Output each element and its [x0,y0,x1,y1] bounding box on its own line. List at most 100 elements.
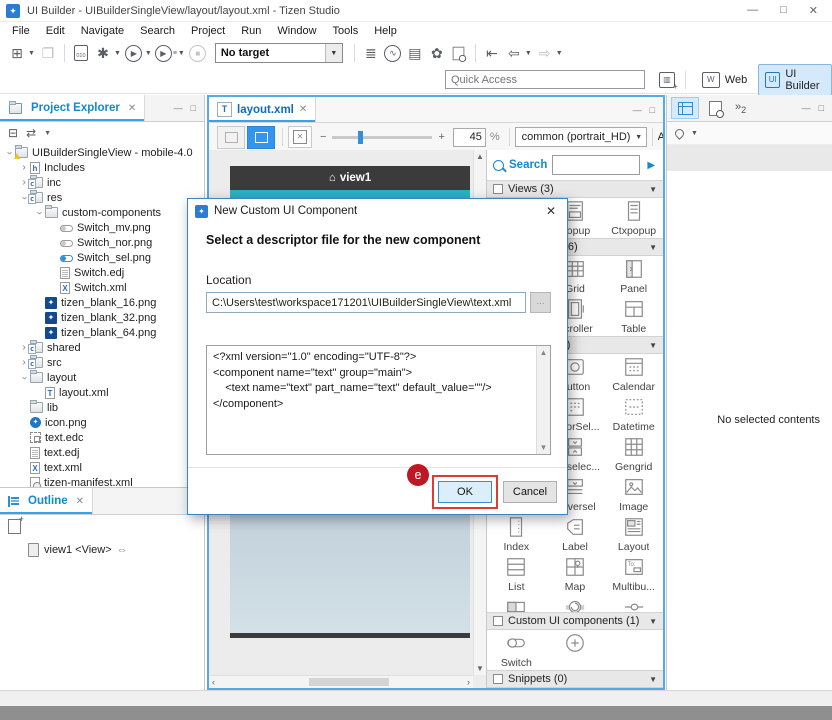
more-tabs-indicator[interactable]: »2 [735,101,746,115]
chevron-open-icon[interactable]: › [34,208,44,218]
canvas-horizontal-scrollbar[interactable]: ‹ › [209,675,473,688]
palette-item-image[interactable]: Image [604,474,663,514]
outline-view-item[interactable]: view1 <View> ⇔ [0,537,204,557]
api-checker-icon[interactable] [449,43,469,63]
tree-item-text-xml[interactable]: Xtext.xml [0,460,204,475]
section-collapse-caret[interactable]: ▼ [649,341,657,350]
properties-minimize-icon[interactable]: — [802,103,811,113]
chevron-open-icon[interactable]: › [4,148,14,158]
palette-section-custom-ui-components-1-[interactable]: Custom UI components (1)▼ [487,612,663,630]
resolution-combo-caret[interactable]: ▼ [632,134,646,141]
save-all-icon[interactable]: ❐ [38,43,58,63]
palette-item-layout[interactable]: Layout [604,514,663,554]
section-collapse-caret[interactable]: ▼ [649,243,657,252]
menu-project[interactable]: Project [183,25,233,37]
view-menu-caret[interactable]: ▼ [44,130,51,137]
source-view-button[interactable] [217,126,245,149]
project-explorer-close-icon[interactable]: ✕ [128,103,136,114]
debug-icon[interactable]: ✱ [93,43,113,63]
tree-item-custom-components[interactable]: ›custom-components [0,205,204,220]
palette-item-map[interactable]: Map [546,554,605,594]
fit-to-screen-button[interactable]: ✕ [288,126,312,148]
tree-item-lib[interactable]: lib [0,400,204,415]
tree-item-icon-png[interactable]: ✦icon.png [0,415,204,430]
palette-item-list[interactable]: List [487,554,546,594]
tree-item-text-edc[interactable]: text.edc [0,430,204,445]
scroll-right-icon[interactable]: › [467,677,470,687]
palette-item-datetime[interactable]: Datetime [604,394,663,434]
palette-item-switch[interactable]: Switch [487,630,546,670]
run-icon[interactable]: ▶ [124,43,144,63]
browse-button[interactable]: ... [530,292,551,313]
perspective-ui-builder-button[interactable]: UI UI Builder [758,64,832,96]
menu-edit[interactable]: Edit [38,25,73,37]
scroll-up-icon[interactable]: ▲ [474,152,486,161]
zoom-slider-thumb[interactable] [358,131,363,144]
run-configurations-icon[interactable]: ▶≡ [155,43,177,63]
zoom-out-icon[interactable]: − [320,131,326,143]
palette-item-calendar[interactable]: Calendar [604,354,663,394]
editor-minimize-icon[interactable]: — [633,105,642,115]
tree-item-switch-edj[interactable]: Switch.edj [0,265,204,280]
palette-section-snippets-0-[interactable]: Snippets (0)▼ [487,670,663,688]
collapse-all-icon[interactable]: ⊟ [8,126,18,140]
binary-file-icon[interactable]: 010 [71,43,91,63]
location-input[interactable] [206,292,526,313]
properties-menu-caret[interactable]: ▼ [691,130,698,137]
xml-scrollbar[interactable]: ▲ ▼ [536,346,550,454]
menu-tools[interactable]: Tools [325,25,367,37]
tree-item-src[interactable]: ›csrc [0,355,204,370]
minimize-button[interactable]: — [747,4,758,17]
locale-combo[interactable]: All loc [658,131,663,143]
tree-item-includes[interactable]: ›hIncludes [0,160,204,175]
open-perspective-icon[interactable]: ▥+ [659,72,674,88]
scrollbar-thumb[interactable] [309,678,388,686]
zoom-in-icon[interactable]: + [438,131,444,143]
tree-item-switch-mv-png[interactable]: Switch_mv.png [0,220,204,235]
tab-project-explorer[interactable]: Project Explorer ✕ [0,95,145,121]
xml-scroll-up-icon[interactable]: ▲ [537,348,550,357]
quick-access-input[interactable] [445,70,645,89]
run-configurations-caret[interactable]: ▼ [178,50,185,57]
target-combo-caret[interactable]: ▼ [325,44,342,62]
menu-navigate[interactable]: Navigate [73,25,132,37]
palette-section-views-3-[interactable]: Views (3)▼ [487,180,663,198]
descriptor-xml-preview[interactable]: <?xml version="1.0" encoding="UTF-8"?> <… [206,345,551,455]
forward-caret[interactable]: ▼ [556,50,563,57]
palette-search-input[interactable] [552,155,640,175]
new-wizard-caret[interactable]: ▼ [28,50,35,57]
zoom-value-field[interactable]: 45 [453,128,486,147]
section-collapse-caret[interactable]: ▼ [649,675,657,684]
editor-maximize-icon[interactable]: □ [650,105,655,115]
profiler-icon[interactable]: ∿ [383,43,403,63]
palette-item-multibu-[interactable]: To:Multibu... [604,554,663,594]
xml-scroll-down-icon[interactable]: ▼ [537,443,550,452]
back-caret[interactable]: ▼ [525,50,532,57]
forward-icon[interactable]: ⇨ [535,43,555,63]
palette-item-table[interactable]: Table [604,296,663,336]
scroll-left-icon[interactable]: ‹ [212,677,215,687]
tab-outline[interactable]: Outline ✕ [0,488,93,514]
tab-layout-xml[interactable]: T layout.xml ✕ [209,97,316,122]
cancel-button[interactable]: Cancel [503,481,557,503]
palette-item-ctxpopup[interactable]: Ctxpopup [604,198,663,238]
chevron-open-icon[interactable]: › [19,373,29,383]
palette-item-label[interactable]: Label [546,514,605,554]
tree-item-res[interactable]: ›cres [0,190,204,205]
tab-resource-view[interactable] [701,97,729,119]
new-wizard-icon[interactable]: ⊞ [7,43,27,63]
menu-run[interactable]: Run [233,25,269,37]
palette-item-panel[interactable]: Panel [604,256,663,296]
project-explorer-maximize-icon[interactable]: □ [191,103,196,113]
section-collapse-caret[interactable]: ▼ [649,617,657,626]
tree-item-inc[interactable]: ›cinc [0,175,204,190]
tree-item-tizen-blank-64-png[interactable]: ✦tizen_blank_64.png [0,325,204,340]
tree-item-uibuildersingleview-mobile-4-0[interactable]: ›UIBuilderSingleView - mobile-4.0 [0,145,204,160]
palette-item-index[interactable]: Index [487,514,546,554]
section-collapse-caret[interactable]: ▼ [649,185,657,194]
palette-item-slider[interactable] [604,594,663,612]
properties-maximize-icon[interactable]: □ [819,103,824,113]
run-caret[interactable]: ▼ [145,50,152,57]
zoom-slider[interactable] [332,136,432,139]
design-view-button[interactable] [247,126,275,149]
